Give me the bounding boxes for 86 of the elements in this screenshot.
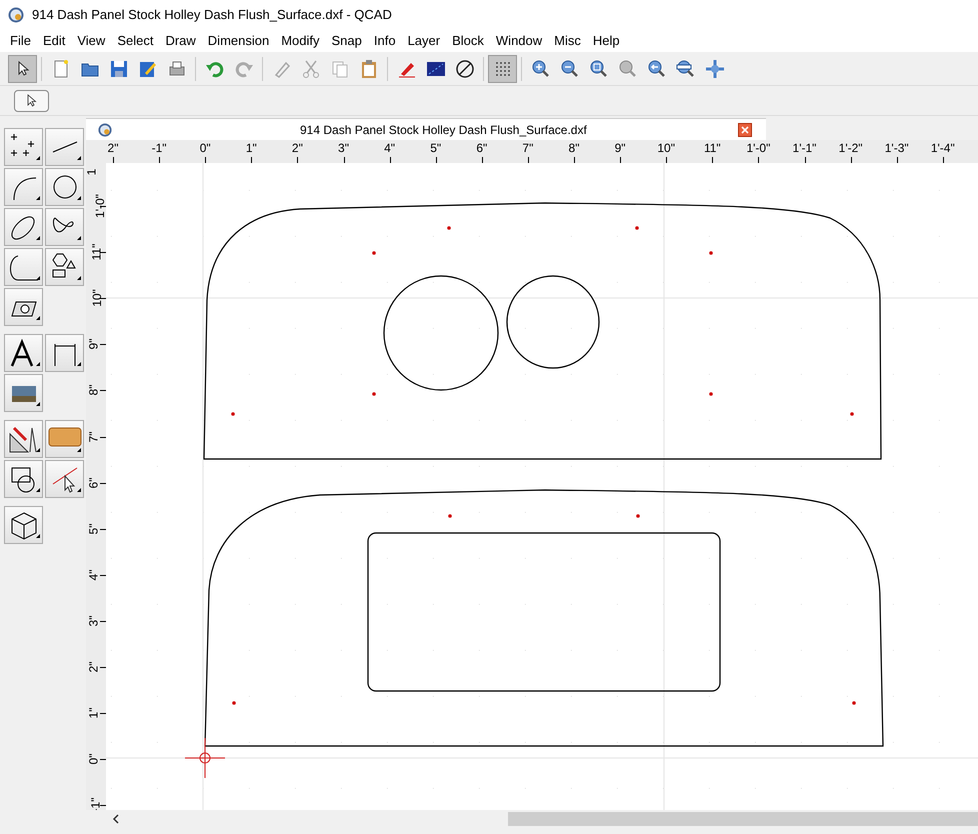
ruler-label: 1"	[87, 708, 100, 719]
zoom-icon	[618, 58, 638, 78]
zoom-fit-icon	[588, 58, 608, 78]
window-title: 914 Dash Panel Stock Holley Dash Flush_Surface.dxf - QCAD	[32, 6, 392, 24]
ruler-label: 10"	[657, 141, 675, 155]
document-icon	[98, 122, 112, 136]
tool-button[interactable]	[4, 288, 43, 326]
tool-button[interactable]	[45, 248, 84, 286]
ruler-label: 5"	[430, 141, 442, 155]
ruler-label: 1	[85, 168, 98, 176]
tool-button[interactable]	[4, 420, 43, 458]
menu-item[interactable]: File	[4, 31, 37, 51]
ruler-label: 5"	[87, 523, 100, 534]
tool-button[interactable]	[45, 208, 84, 246]
ruler-label: 2"	[87, 662, 100, 672]
document-title: 914 Dash Panel Stock Holley Dash Flush_Surface.dxf	[300, 122, 587, 138]
ruler-label: 9"	[614, 141, 626, 155]
pointer-icon	[26, 94, 36, 107]
ruler-label: 8"	[568, 141, 580, 155]
tool-button[interactable]	[4, 248, 43, 286]
close-icon	[741, 126, 749, 134]
ruler-label: 0"	[200, 141, 211, 155]
ruler-label: 11"	[90, 244, 102, 260]
menu-item[interactable]: Info	[368, 31, 402, 51]
ruler-label: 10"	[90, 289, 103, 307]
horizontal-scrollbar-thumb[interactable]	[508, 812, 978, 826]
printer-icon	[166, 58, 186, 78]
ruler-label: 4"	[384, 141, 396, 155]
ruler-label: 6"	[87, 477, 100, 488]
close-button[interactable]	[738, 122, 752, 136]
tool-button[interactable]	[45, 334, 84, 372]
menu-item[interactable]: View	[71, 31, 112, 51]
menu-item[interactable]: Dimension	[202, 31, 276, 51]
tool-button[interactable]	[4, 334, 43, 372]
ruler-label: 2"	[108, 141, 118, 155]
tool-button[interactable]	[45, 128, 84, 166]
ruler-label: 1"	[246, 141, 257, 155]
select-button[interactable]	[14, 90, 49, 112]
toolbar-button[interactable]	[8, 54, 37, 82]
ruler-label: 8"	[87, 384, 100, 396]
app-logo-icon	[8, 7, 24, 23]
ruler-label: 1'-1"	[792, 141, 816, 155]
ruler-label: 9"	[87, 338, 100, 350]
tool-button[interactable]	[4, 374, 43, 412]
menu-item[interactable]: Select	[111, 31, 160, 51]
tool-button[interactable]	[45, 460, 84, 498]
ruler-label: 1'-4"	[930, 141, 955, 155]
zoom-out-icon	[560, 58, 580, 78]
tool-button[interactable]	[4, 128, 43, 166]
menu-item[interactable]: Modify	[275, 31, 326, 51]
ruler-label: 1'-0"	[746, 141, 770, 155]
scissors-icon	[300, 58, 320, 78]
menu-item[interactable]: Edit	[36, 31, 72, 51]
zoom-window-icon	[676, 58, 696, 78]
ruler-label: 1'-2"	[838, 141, 863, 155]
zoom-previous-icon	[646, 58, 666, 78]
ruler-label: 1'-0"	[94, 194, 106, 218]
ruler-label: 11"	[704, 141, 721, 155]
ruler-label: 0"	[87, 754, 100, 765]
ruler-label: 3"	[87, 615, 100, 626]
menu-item[interactable]: Help	[586, 31, 626, 51]
circle-slash-icon	[454, 58, 474, 78]
ruler-label: 1'-3"	[884, 141, 909, 155]
tool-button[interactable]	[4, 506, 43, 544]
ruler-label: 2"	[292, 141, 303, 155]
ruler-label: 6"	[476, 141, 488, 155]
tool-button[interactable]	[45, 168, 84, 206]
tool-button[interactable]	[4, 460, 43, 498]
ruler-label: 3"	[338, 141, 349, 155]
menu-item[interactable]: Window	[490, 31, 548, 51]
menu-item[interactable]: Block	[446, 31, 490, 51]
menu-item[interactable]: Misc	[548, 31, 587, 51]
ruler-label: 7"	[522, 141, 534, 155]
copy-icon	[330, 58, 350, 78]
tool-button[interactable]	[4, 208, 43, 246]
ruler-label: -1"	[152, 141, 167, 155]
pan-icon	[704, 58, 724, 78]
origin-crosshair	[184, 738, 226, 778]
menu-item[interactable]: Snap	[326, 31, 368, 51]
ruler-label: 4"	[87, 569, 100, 580]
tool-button[interactable]	[4, 168, 43, 206]
ruler-label: 7"	[87, 431, 100, 442]
scroll-left-icon[interactable]	[112, 814, 119, 824]
menu-item[interactable]: Draw	[159, 31, 202, 51]
zoom-in-icon	[530, 58, 550, 78]
menu-item[interactable]: Layer	[402, 31, 446, 51]
